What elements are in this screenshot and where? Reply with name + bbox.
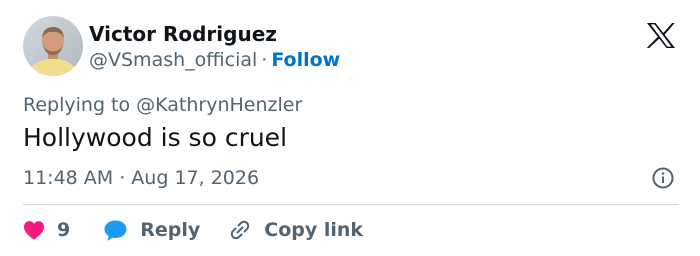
author-handle-row: @VSmash_official · Follow (89, 47, 340, 73)
dot-separator: · (261, 49, 268, 71)
like-count: 9 (57, 219, 71, 241)
x-logo-icon[interactable] (646, 22, 676, 49)
reply-label: Reply (140, 219, 201, 241)
link-icon (228, 218, 252, 242)
copy-link-label: Copy link (264, 219, 364, 241)
author-display-name[interactable]: Victor Rodriguez (89, 21, 277, 47)
speech-bubble-icon (103, 219, 128, 242)
info-icon[interactable] (651, 166, 675, 190)
tweet-timestamp[interactable]: 11:48 AM · Aug 17, 2026 (23, 165, 259, 191)
divider (23, 204, 679, 205)
action-bar: 9 Reply Copy link (23, 215, 363, 245)
copy-link-button[interactable]: Copy link (228, 217, 363, 243)
follow-button[interactable]: Follow (271, 49, 340, 71)
heart-icon (23, 220, 45, 240)
tweet-text: Hollywood is so cruel (23, 123, 288, 152)
reply-button[interactable]: Reply (103, 217, 200, 243)
avatar[interactable] (23, 16, 83, 76)
like-button[interactable]: 9 (23, 217, 70, 243)
replying-to: Replying to @KathrynHenzler (23, 94, 303, 116)
author-handle[interactable]: @VSmash_official (89, 49, 257, 71)
